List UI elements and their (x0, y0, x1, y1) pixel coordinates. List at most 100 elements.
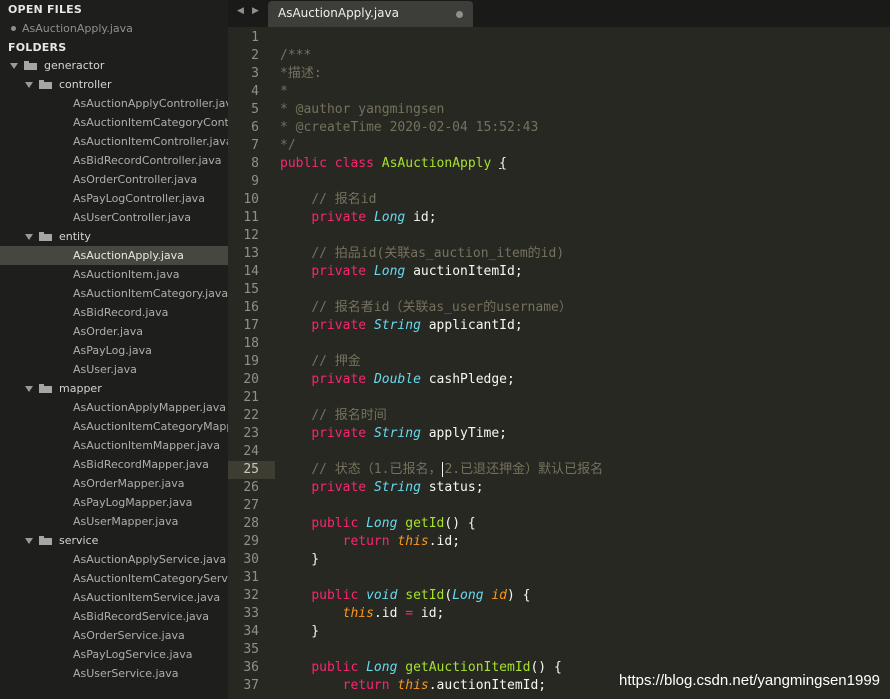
open-file-item[interactable]: AsAuctionApply.java (11, 20, 133, 38)
close-file-icon[interactable] (11, 25, 16, 31)
file-item[interactable]: AsOrderController.java (0, 170, 228, 189)
code-line[interactable]: * @createTime 2020-02-04 15:52:43 (280, 119, 538, 137)
code-line[interactable]: */ (280, 137, 296, 155)
code-line[interactable]: } (280, 623, 319, 641)
code-line[interactable]: * (280, 83, 288, 101)
folder-service[interactable]: service (0, 531, 228, 550)
file-label: AsAuctionApplyController.java (73, 97, 228, 110)
code-line[interactable]: // 报名时间 (280, 407, 386, 425)
line-number: 29 (243, 534, 259, 549)
file-label: AsPayLogService.java (73, 648, 193, 661)
file-item[interactable]: AsBidRecord.java (0, 303, 228, 322)
file-item[interactable]: AsAuctionItemController.java (0, 132, 228, 151)
file-item[interactable]: AsOrderMapper.java (0, 474, 228, 493)
code-line[interactable]: // 报名者id（关联as_user的username） (280, 299, 572, 317)
file-item[interactable]: AsAuctionApplyController.java (0, 94, 228, 113)
code-line[interactable]: public class AsAuctionApply { (280, 155, 507, 173)
line-number: 13 (243, 246, 259, 261)
file-item[interactable]: AsPayLogService.java (0, 645, 228, 664)
file-item[interactable]: AsBidRecordController.java (0, 151, 228, 170)
code-line[interactable]: return this.id; (280, 533, 460, 551)
chevron-down-icon[interactable] (25, 386, 33, 392)
file-item[interactable]: AsAuctionItemMapper.java (0, 436, 228, 455)
code-line[interactable]: public void setId(Long id) { (280, 587, 531, 605)
folder-mapper[interactable]: mapper (0, 379, 228, 398)
code-line[interactable]: private String status; (280, 479, 483, 497)
code-line[interactable]: * @author yangmingsen (280, 101, 444, 119)
code-line[interactable]: // 报名id (280, 191, 376, 209)
code-line[interactable]: public Long getId() { (280, 515, 476, 533)
line-number: 32 (243, 588, 259, 603)
file-item[interactable]: AsUser.java (0, 360, 228, 379)
line-number: 15 (243, 282, 259, 297)
code-line[interactable]: // 押金 (280, 353, 361, 371)
file-item[interactable]: AsAuctionApplyMapper.java (0, 398, 228, 417)
code-editor[interactable]: 1 2 3 4 5 6 7 8 9 10 11 12 13 14 15 16 17 18 19 20 21 22 23 24 2… (228, 27, 890, 699)
chevron-down-icon[interactable] (10, 63, 18, 69)
file-item[interactable]: AsPayLogController.java (0, 189, 228, 208)
file-item[interactable]: AsAuctionItemCategoryMapper.java (0, 417, 228, 436)
code-line[interactable]: } (280, 551, 319, 569)
file-label: AsAuctionItemCategoryService.java (73, 572, 228, 585)
file-item[interactable]: AsAuctionApply.java (0, 246, 228, 265)
folder-generactor[interactable]: generactor (0, 56, 228, 75)
code-line[interactable]: /*** (280, 47, 311, 65)
code-line[interactable]: private Long auctionItemId; (280, 263, 522, 281)
file-item[interactable]: AsAuctionItem.java (0, 265, 228, 284)
code-token: ) { (507, 588, 531, 603)
sidebar: OPEN FILES AsAuctionApply.java FOLDERS g… (0, 0, 228, 699)
code-line[interactable]: private String applyTime; (280, 425, 507, 443)
code-line[interactable]: this.id = id; (280, 605, 445, 623)
file-item[interactable]: AsAuctionApplyService.java (0, 550, 228, 569)
code-token: () { (444, 516, 476, 531)
code-line[interactable]: // 拍品id(关联as_auction_item的id) (280, 245, 564, 263)
code-token: // 押金 (311, 354, 361, 369)
code-line[interactable]: public Long getAuctionItemId() { (280, 659, 561, 677)
code-token: 2.已退还押金）默认已报名 (444, 462, 604, 477)
file-item[interactable]: AsOrderService.java (0, 626, 228, 645)
file-item[interactable]: AsUserMapper.java (0, 512, 228, 531)
code-token: /*** (280, 48, 312, 63)
folder-controller[interactable]: controller (0, 75, 228, 94)
code-token: return (342, 534, 390, 549)
unsaved-dot-icon[interactable] (456, 11, 463, 18)
file-item[interactable]: AsPayLog.java (0, 341, 228, 360)
file-item[interactable]: AsUserService.java (0, 664, 228, 683)
code-line[interactable]: private Long id; (280, 209, 436, 227)
line-number: 6 (251, 120, 259, 135)
line-number: 27 (243, 498, 259, 513)
line-number: 23 (243, 426, 259, 441)
previous-tab-icon[interactable]: ◀ (237, 6, 244, 16)
code-token: class (334, 156, 374, 171)
code-token: AsAuctionApply (381, 156, 492, 171)
file-item[interactable]: AsAuctionItemCategoryController.java (0, 113, 228, 132)
file-item[interactable]: AsBidRecordMapper.java (0, 455, 228, 474)
code-token: this (397, 534, 429, 549)
code-line[interactable]: return this.auctionItemId; (280, 677, 547, 695)
file-item[interactable]: AsPayLogMapper.java (0, 493, 228, 512)
file-item[interactable]: AsBidRecordService.java (0, 607, 228, 626)
chevron-down-icon[interactable] (25, 82, 33, 88)
chevron-down-icon[interactable] (25, 538, 33, 544)
file-item[interactable]: AsAuctionItemCategoryService.java (0, 569, 228, 588)
code-token: private (311, 372, 367, 387)
file-item[interactable]: AsAuctionItemCategory.java (0, 284, 228, 303)
file-item[interactable]: AsUserController.java (0, 208, 228, 227)
watermark: https://blog.csdn.net/yangmingsen1999 (618, 672, 880, 689)
tab-asauctionapply[interactable]: AsAuctionApply.java (268, 1, 473, 27)
code-token: applicantId; (420, 318, 523, 333)
code-line[interactable]: private Double cashPledge; (280, 371, 515, 389)
next-tab-icon[interactable]: ▶ (252, 6, 259, 16)
file-item[interactable]: AsOrder.java (0, 322, 228, 341)
code-line[interactable]: // 状态（1.已报名， 2.已退还押金）默认已报名 (280, 461, 603, 479)
chevron-down-icon[interactable] (25, 234, 33, 240)
code-line[interactable]: private String applicantId; (280, 317, 523, 335)
folder-entity[interactable]: entity (0, 227, 228, 246)
file-item[interactable]: AsAuctionItemService.java (0, 588, 228, 607)
code-token: Long (452, 588, 484, 603)
code-line[interactable]: *描述: (280, 65, 322, 83)
file-label: AsBidRecordController.java (73, 154, 222, 167)
